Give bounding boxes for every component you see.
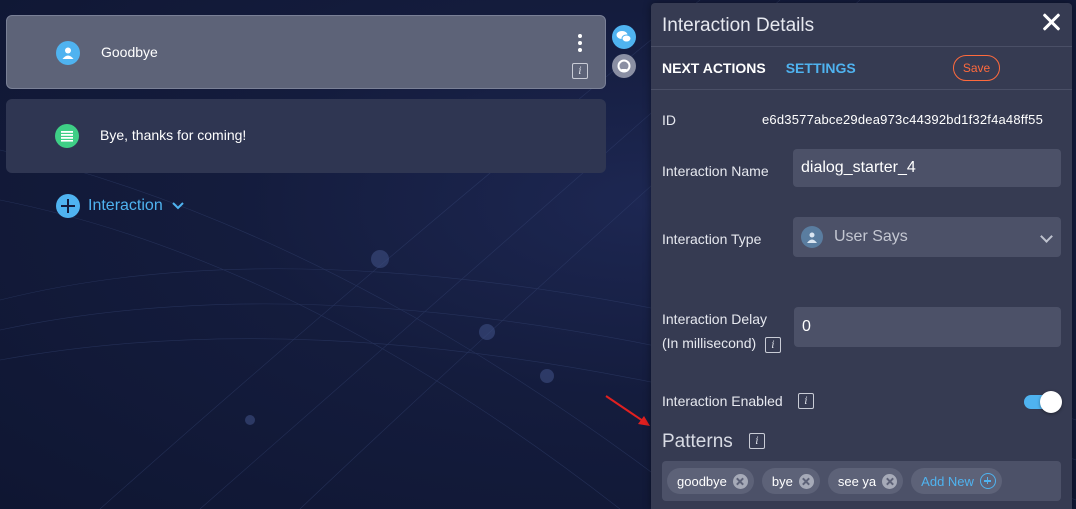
patterns-title: Patterns [662,431,733,452]
tab-settings[interactable]: SETTINGS [786,60,856,76]
interaction-type-value: User Says [834,228,908,245]
tab-next-actions[interactable]: NEXT ACTIONS [662,60,766,76]
info-icon[interactable]: i [749,433,765,449]
pattern-chip: see ya [827,468,904,494]
pattern-chip-label: see ya [837,473,877,489]
remove-chip-icon[interactable] [732,473,748,489]
interaction-type-select[interactable]: User Says [793,217,1061,257]
interaction-card-goodbye[interactable]: Goodbye i [6,15,606,89]
divider [651,89,1072,90]
chevron-down-icon [172,202,184,210]
chat-bubbles-icon [616,31,632,43]
id-value: e6d3577abce29dea973c44392bd1f32f4a48ff55 [762,112,1044,127]
panel-header: Interaction Details [651,3,1072,47]
plus-circle-icon [979,473,996,489]
interaction-delay-value: 0 [802,318,811,335]
card-text: Bye, thanks for coming! [100,127,247,143]
plus-circle-icon [56,194,80,218]
panel-tabs: NEXT ACTIONS SETTINGS [662,60,856,76]
info-icon[interactable]: i [798,393,814,409]
add-interaction-label: Interaction [88,197,163,214]
interaction-delay-label: Interaction Delay [662,311,768,327]
interaction-name-label: Interaction Name [662,163,769,179]
interaction-type-label: Interaction Type [662,231,762,247]
headset-button[interactable] [612,54,636,78]
red-annotation-arrow [605,395,650,426]
pattern-chip: bye [761,468,820,494]
info-icon[interactable]: i [572,63,588,79]
interaction-name-value: dialog_starter_4 [801,159,916,176]
panel-title: Interaction Details [662,15,815,36]
interaction-details-panel: Interaction Details NEXT ACTIONS SETTING… [651,3,1072,509]
remove-chip-icon[interactable] [798,473,814,489]
pattern-chip-label: goodbye [677,473,727,489]
more-options-icon[interactable] [575,34,585,52]
id-label: ID [662,112,676,128]
interaction-delay-input[interactable]: 0 [794,307,1061,347]
patterns-input[interactable]: goodbye bye see ya Add New [662,461,1061,501]
pattern-chip-label: bye [771,473,793,489]
user-avatar-icon [801,226,823,248]
add-interaction-button[interactable]: Interaction [56,194,185,218]
close-icon[interactable] [1042,13,1060,31]
interaction-name-input[interactable]: dialog_starter_4 [793,149,1061,187]
pattern-chip: goodbye [667,468,754,494]
user-icon [56,41,80,65]
save-button[interactable]: Save [953,55,1000,81]
interaction-enabled-label: Interaction Enabled [662,393,783,409]
card-text: Goodbye [101,44,158,60]
interaction-card-response[interactable]: Bye, thanks for coming! [6,99,606,173]
text-lines-icon [55,124,79,148]
interaction-enabled-toggle[interactable] [1024,391,1062,413]
add-new-pattern-button[interactable]: Add New [911,468,1002,494]
add-new-label: Add New [921,473,974,489]
remove-chip-icon[interactable] [882,473,898,489]
headset-icon [617,59,631,73]
toggle-knob [1040,391,1062,413]
chat-bubbles-button[interactable] [612,25,636,49]
info-icon[interactable]: i [765,337,781,353]
chevron-down-icon [1040,230,1053,243]
interaction-delay-unit-label: (In millisecond) [662,335,757,351]
